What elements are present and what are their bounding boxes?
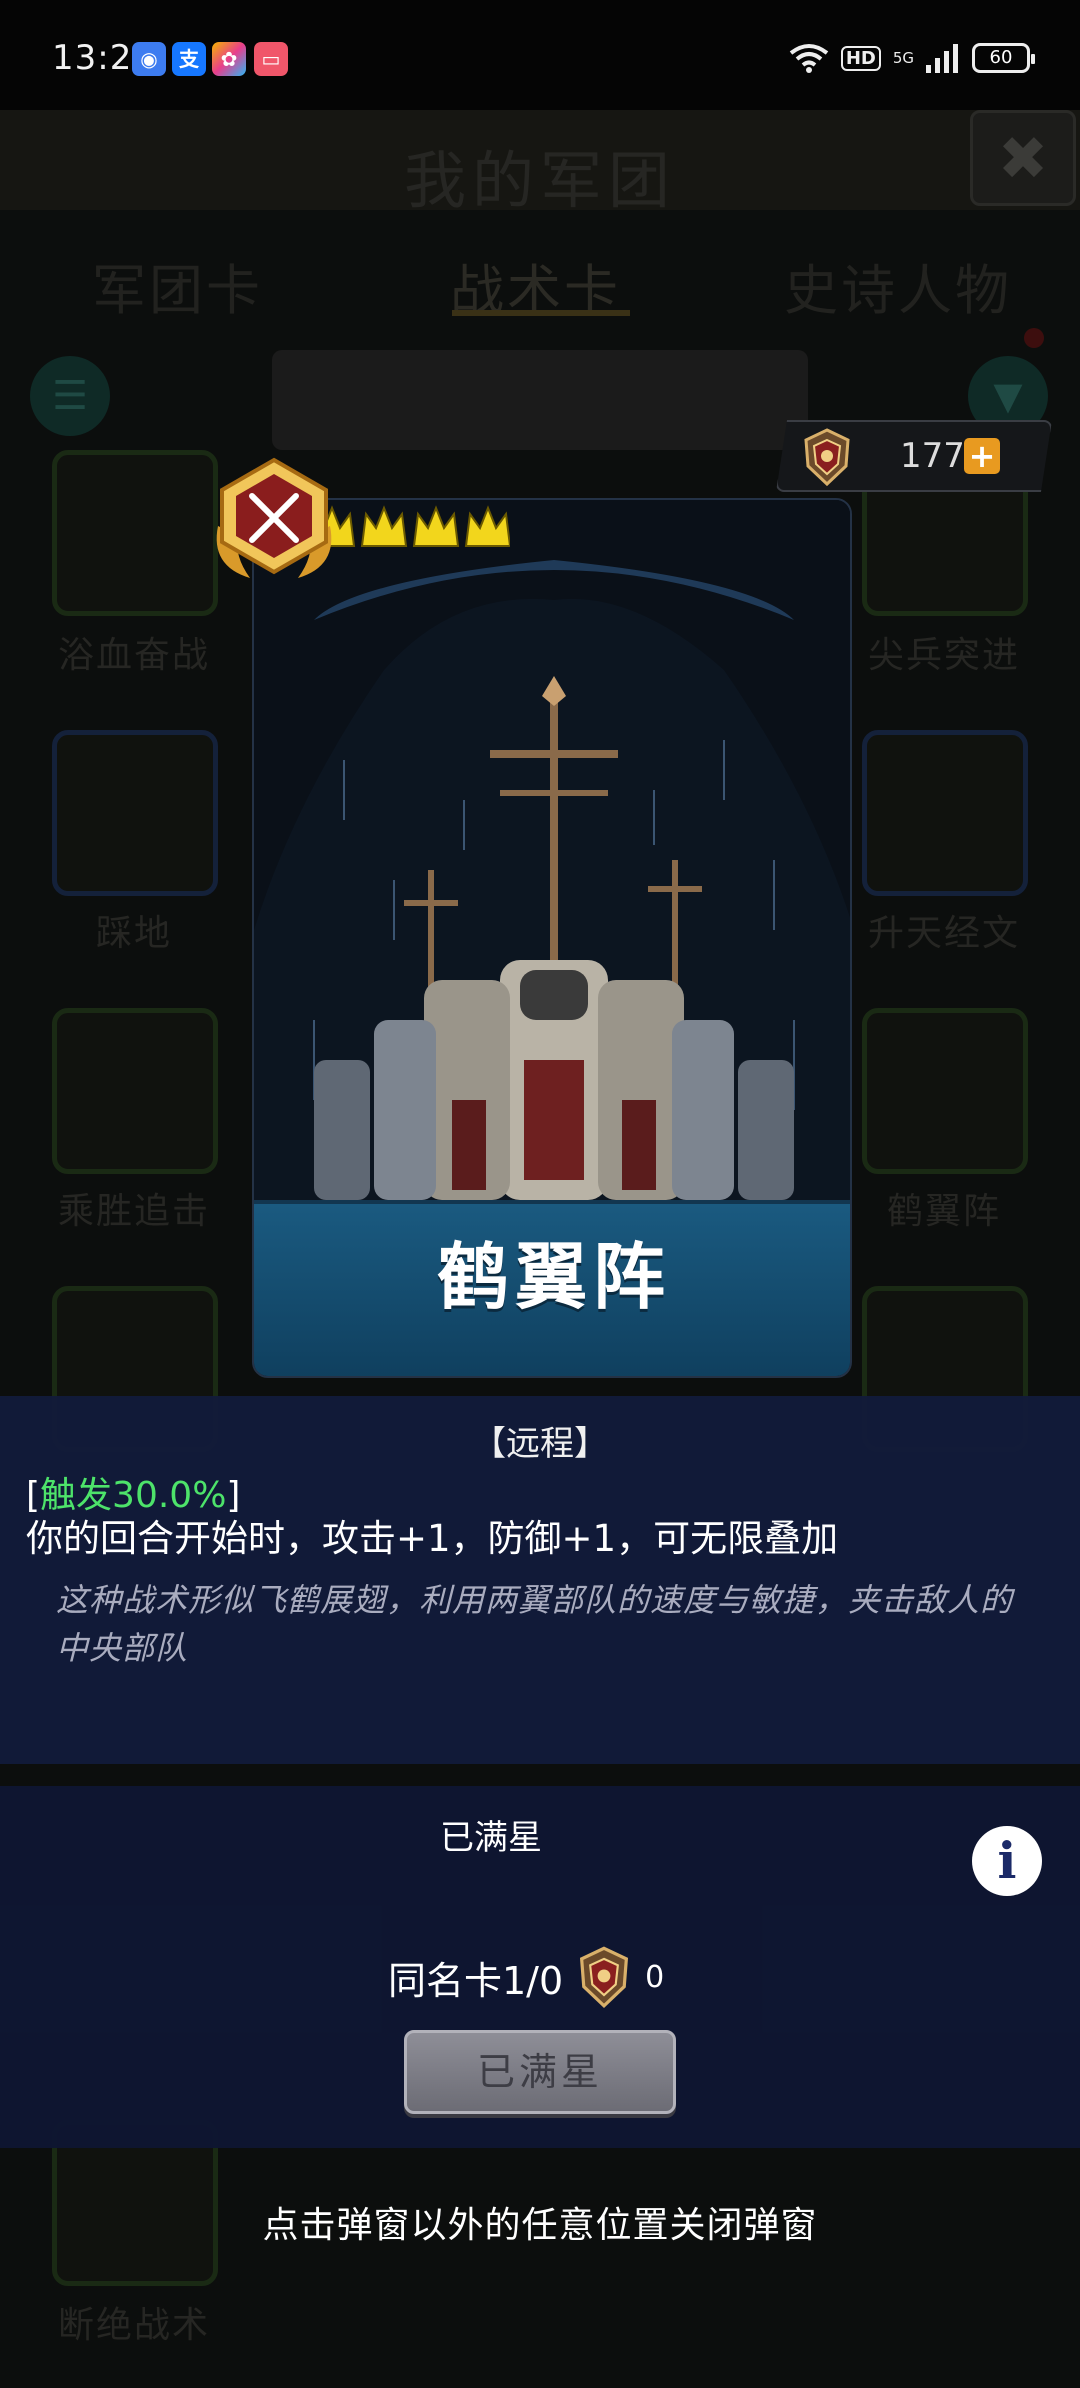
network-label: 5G bbox=[892, 49, 914, 67]
page-header: 我的军团 ✖ bbox=[0, 110, 1080, 217]
currency-pill: 177 + bbox=[776, 420, 1052, 492]
legion-emblem-icon bbox=[580, 1946, 629, 2008]
currency-add-button[interactable]: + bbox=[964, 438, 1000, 474]
card-tile[interactable] bbox=[52, 730, 218, 896]
active-tab-indicator bbox=[452, 310, 630, 316]
tab-bar: 军团卡 战术卡 史诗人物 bbox=[0, 230, 1080, 340]
card-name: 鹤翼阵 bbox=[436, 1235, 671, 1319]
notification-dot bbox=[1024, 328, 1044, 348]
status-bar: 13:26 ◉ 支 ✿ ▭ HD 5G 60 bbox=[0, 0, 1080, 110]
card-tile-label: 尖兵突进 bbox=[867, 635, 1020, 676]
card-tile[interactable] bbox=[52, 450, 218, 616]
close-popup-hint: 点击弹窗以外的任意位置关闭弹窗 bbox=[262, 2205, 818, 2246]
duplicate-card-row: 同名卡1/0 0 bbox=[388, 1944, 664, 2010]
card-tile[interactable] bbox=[862, 1008, 1028, 1174]
gallery-notification-icon: ✿ bbox=[212, 42, 246, 76]
card-tile[interactable] bbox=[52, 1008, 218, 1174]
list-view-icon[interactable]: ☰ bbox=[30, 356, 110, 436]
tactic-card-art: 鹤翼阵 bbox=[252, 498, 852, 1378]
card-tile-label: 浴血奋战 bbox=[57, 635, 210, 676]
tactic-description-panel: 【远程】 [触发30.0%] 你的回合开始时，攻击+1，防御+1，可无限叠加 这… bbox=[0, 1396, 1080, 1764]
page-close-icon[interactable]: ✖ bbox=[970, 110, 1076, 206]
wifi-icon bbox=[789, 44, 829, 73]
page-title: 我的军团 bbox=[403, 144, 676, 217]
signal-icon bbox=[926, 44, 958, 73]
card-tile-label: 乘胜追击 bbox=[57, 1191, 210, 1232]
crossed-swords-badge-icon bbox=[216, 457, 332, 578]
search-bar[interactable] bbox=[272, 350, 808, 450]
currency-value: 177 bbox=[900, 436, 965, 476]
card-tile-label: 断绝战术 bbox=[57, 2305, 210, 2346]
max-star-button[interactable]: 已满星 bbox=[404, 2030, 676, 2114]
tab-epic-characters[interactable]: 史诗人物 bbox=[784, 246, 1012, 325]
alipay-notification-icon: 支 bbox=[172, 42, 206, 76]
legion-emblem-icon bbox=[804, 428, 850, 487]
info-icon[interactable]: i bbox=[972, 1826, 1042, 1896]
tactic-effect-text: 你的回合开始时，攻击+1，防御+1，可无限叠加 bbox=[26, 1517, 839, 1560]
tab-legion-cards[interactable]: 军团卡 bbox=[92, 246, 263, 325]
card-tile[interactable] bbox=[862, 730, 1028, 896]
star-upgrade-panel: 已满星 i 同名卡1/0 0 已满星 bbox=[0, 1786, 1080, 2148]
tactic-type-label: 【远程】 bbox=[472, 1424, 608, 1464]
battery-icon: 60 bbox=[972, 43, 1035, 73]
status-icons: HD 5G 60 bbox=[789, 38, 1035, 78]
card-tile-label: 踩地 bbox=[95, 913, 172, 954]
card-tile-label: 升天经文 bbox=[867, 913, 1020, 954]
app-notification-icon: ◉ bbox=[132, 42, 166, 76]
tactic-flavor-text: 这种战术形似飞鹤展翅，利用两翼部队的速度与敏捷，夹击敌人的中央部队 bbox=[56, 1581, 1014, 1667]
card-tile-label: 鹤翼阵 bbox=[886, 1191, 1001, 1232]
star-status-label: 已满星 bbox=[440, 1818, 542, 1858]
duplicate-card-label: 同名卡1/0 bbox=[388, 1958, 564, 2003]
duplicate-card-cost: 0 bbox=[645, 1959, 665, 1995]
reader-notification-icon: ▭ bbox=[254, 42, 288, 76]
hd-icon: HD bbox=[840, 45, 881, 71]
